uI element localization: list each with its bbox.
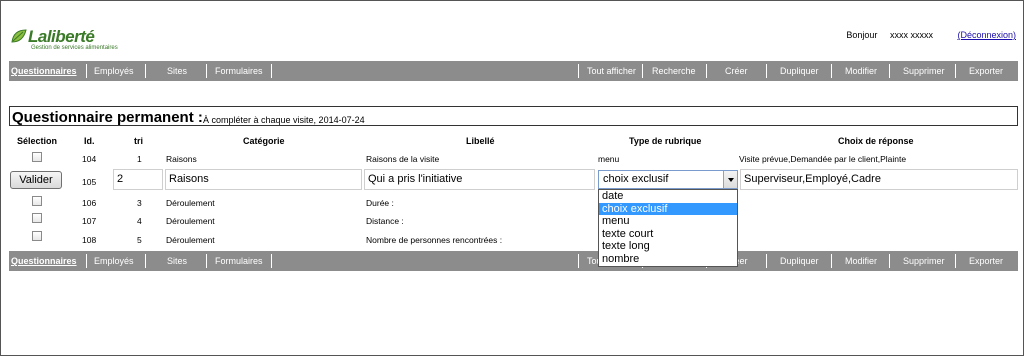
nav-separator	[145, 64, 146, 78]
nav-separator	[86, 254, 87, 268]
row-id: 106	[82, 198, 97, 208]
row-id: 104	[82, 154, 97, 164]
choices-input[interactable]: Superviseur,Employé,Cadre	[740, 169, 1018, 190]
page-title: Questionnaire permanent :	[12, 109, 203, 126]
row-label: Distance :	[366, 216, 404, 226]
type-select-value: choix exclusif	[603, 173, 669, 185]
nav-supprimer[interactable]: Supprimer	[903, 61, 945, 81]
col-choices: Choix de réponse	[838, 136, 914, 146]
questionnaire-header: Questionnaire permanent : À compléter à …	[9, 106, 1018, 126]
type-option-selected[interactable]: choix exclusif	[599, 202, 737, 216]
row-id: 108	[82, 235, 97, 245]
nav-separator	[831, 254, 832, 268]
nav-separator	[206, 254, 207, 268]
nav-separator	[766, 254, 767, 268]
type-option[interactable]: texte court	[599, 228, 737, 241]
row-checkbox[interactable]	[32, 213, 42, 223]
nav-employes[interactable]: Employés	[94, 251, 134, 271]
nav-separator	[578, 254, 579, 268]
type-option[interactable]: menu	[599, 215, 737, 228]
nav-sites[interactable]: Sites	[167, 251, 187, 271]
row-category: Raisons	[166, 154, 197, 164]
nav-separator	[578, 64, 579, 78]
nav-separator	[766, 64, 767, 78]
type-option[interactable]: texte long	[599, 240, 737, 253]
nav-formulaires[interactable]: Formulaires	[215, 251, 263, 271]
tri-input[interactable]: 2	[113, 169, 163, 190]
nav-tout-afficher[interactable]: Tout afficher	[587, 61, 636, 81]
top-navbar: Questionnaires Employés Sites Formulaire…	[9, 61, 1018, 81]
type-select[interactable]: choix exclusif	[598, 170, 738, 189]
row-choices: Visite prévue,Demandée par le client,Pla…	[739, 154, 907, 164]
validate-button[interactable]: Valider	[10, 171, 62, 189]
bottom-navbar: Questionnaires Employés Sites Formulaire…	[9, 251, 1018, 271]
brand-name: Laliberté	[28, 27, 95, 46]
type-option[interactable]: nombre	[599, 253, 737, 266]
nav-separator	[145, 254, 146, 268]
nav-dupliquer[interactable]: Dupliquer	[780, 251, 819, 271]
nav-modifier[interactable]: Modifier	[845, 61, 877, 81]
nav-separator	[86, 64, 87, 78]
nav-separator	[642, 64, 643, 78]
nav-questionnaires[interactable]: Questionnaires	[11, 251, 77, 271]
row-checkbox[interactable]	[32, 152, 42, 162]
user-name: xxxx xxxxx	[889, 30, 933, 40]
type-dropdown-list: date choix exclusif menu texte court tex…	[598, 189, 738, 267]
col-category: Catégorie	[243, 136, 285, 146]
nav-exporter[interactable]: Exporter	[969, 251, 1003, 271]
row-tri: 3	[137, 198, 142, 208]
col-label: Libellé	[466, 136, 495, 146]
row-tri: 4	[137, 216, 142, 226]
nav-dupliquer[interactable]: Dupliquer	[780, 61, 819, 81]
nav-separator	[831, 64, 832, 78]
nav-separator	[206, 64, 207, 78]
category-input[interactable]: Raisons	[165, 169, 362, 190]
nav-employes[interactable]: Employés	[94, 61, 134, 81]
nav-separator	[271, 64, 272, 78]
nav-sites[interactable]: Sites	[167, 61, 187, 81]
nav-separator	[955, 64, 956, 78]
nav-exporter[interactable]: Exporter	[969, 61, 1003, 81]
edit-row-id: 105	[82, 177, 97, 187]
row-category: Déroulement	[166, 198, 215, 208]
col-tri: tri	[134, 136, 143, 146]
nav-formulaires[interactable]: Formulaires	[215, 61, 263, 81]
brand-logo: Laliberté Gestion de services alimentair…	[11, 27, 141, 55]
nav-supprimer[interactable]: Supprimer	[903, 251, 945, 271]
row-category: Déroulement	[166, 216, 215, 226]
nav-separator	[889, 64, 890, 78]
col-id: Id.	[84, 136, 95, 146]
nav-separator	[955, 254, 956, 268]
nav-creer[interactable]: Créer	[725, 61, 748, 81]
row-label: Raisons de la visite	[366, 154, 440, 164]
nav-modifier[interactable]: Modifier	[845, 251, 877, 271]
greeting: Bonjour	[846, 30, 878, 40]
chevron-down-icon[interactable]	[723, 171, 737, 188]
nav-separator	[889, 254, 890, 268]
row-checkbox[interactable]	[32, 231, 42, 241]
col-selection: Sélection	[17, 136, 58, 146]
type-option[interactable]: date	[599, 190, 737, 203]
row-type: menu	[598, 154, 620, 164]
nav-separator	[706, 64, 707, 78]
row-category: Déroulement	[166, 235, 215, 245]
leaf-icon	[11, 29, 27, 43]
nav-recherche[interactable]: Recherche	[652, 61, 696, 81]
row-label: Nombre de personnes rencontrées :	[366, 235, 503, 245]
label-input[interactable]: Qui a pris l'initiative	[364, 169, 595, 190]
logout-link[interactable]: (Déconnexion)	[957, 30, 1016, 40]
row-tri: 5	[137, 235, 142, 245]
nav-questionnaires[interactable]: Questionnaires	[11, 61, 77, 81]
row-tri: 1	[137, 154, 142, 164]
nav-separator	[271, 254, 272, 268]
col-type: Type de rubrique	[629, 136, 702, 146]
brand-tagline: Gestion de services alimentaires	[31, 45, 118, 51]
page-subtitle: À compléter à chaque visite, 2014-07-24	[203, 115, 365, 125]
row-label: Durée :	[366, 198, 394, 208]
user-info: Bonjour xxxx xxxxx (Déconnexion)	[846, 30, 1016, 40]
row-id: 107	[82, 216, 97, 226]
row-checkbox[interactable]	[32, 196, 42, 206]
